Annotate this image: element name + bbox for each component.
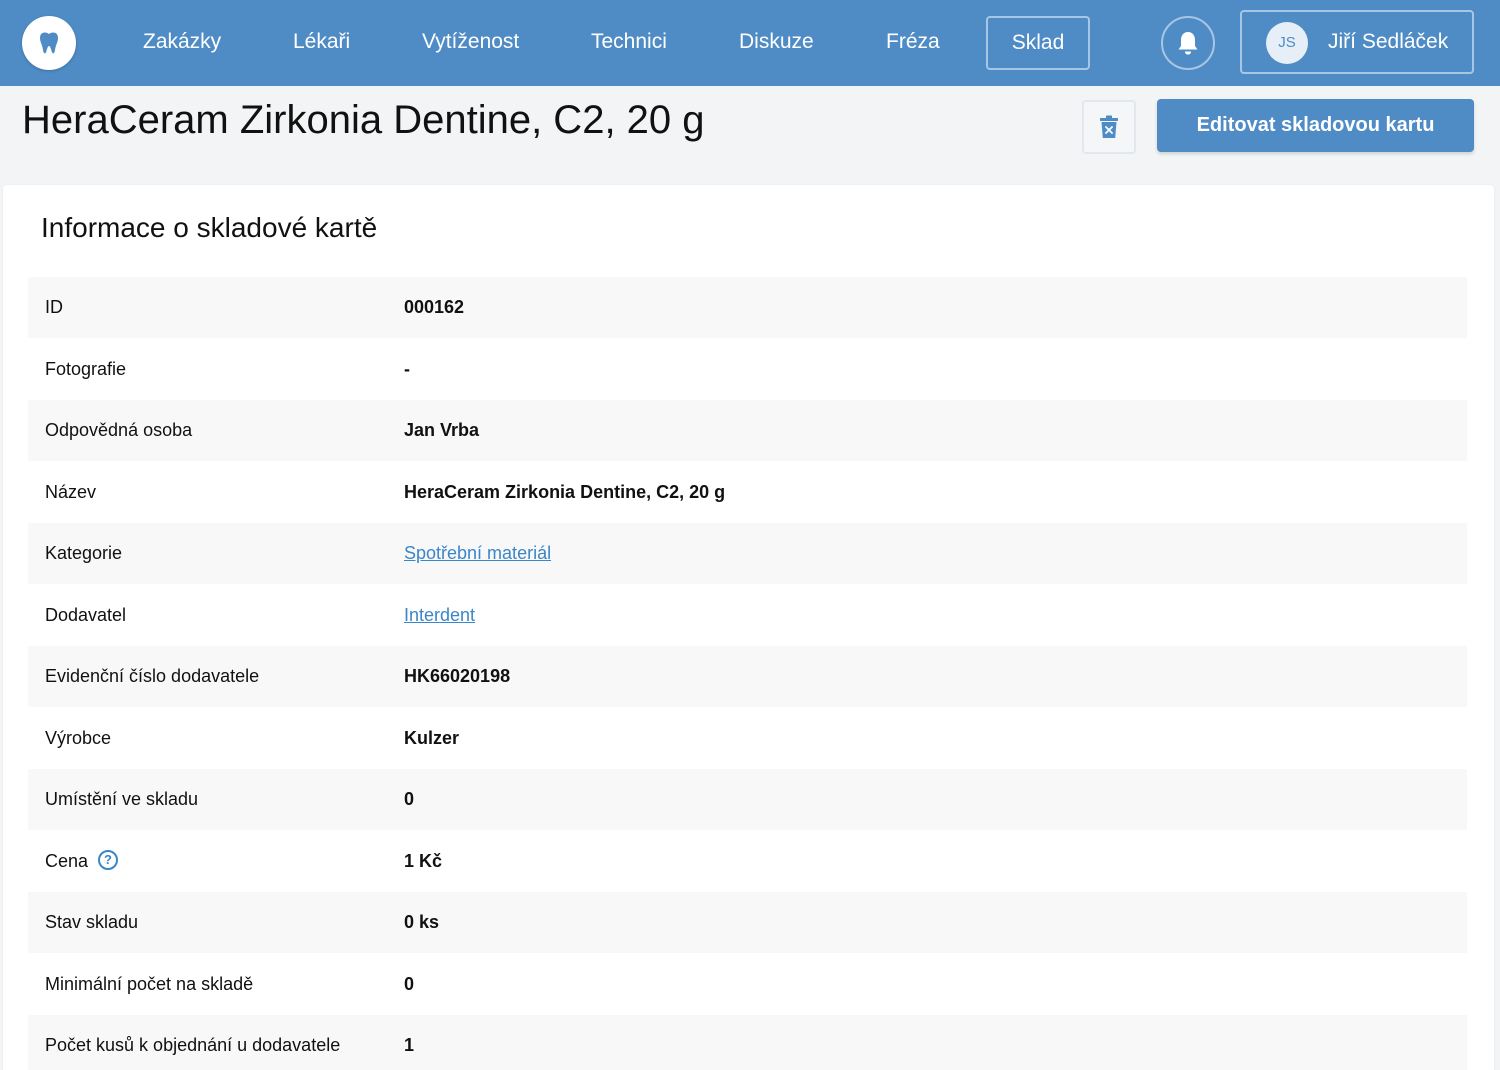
avatar: JS <box>1266 22 1308 64</box>
top-navigation-bar: Zakázky Lékaři Vytíženost Technici Disku… <box>0 0 1500 86</box>
row-label-order-quantity: Počet kusů k objednání u dodavatele <box>45 1035 341 1055</box>
row-label-location: Umístění ve skladu <box>45 789 199 809</box>
row-value-order-quantity: 1 <box>404 1035 415 1055</box>
table-row: Počet kusů k objednání u dodavatele 1 <box>28 1015 1467 1070</box>
tooth-icon <box>40 32 58 54</box>
table-row: Fotografie - <box>28 338 1467 400</box>
row-value-stock: 0 ks <box>404 912 440 932</box>
row-value-responsible-person: Jan Vrba <box>404 420 480 440</box>
page-title: HeraCeram Zirkonia Dentine, C2, 20 g <box>22 98 705 142</box>
info-table: ID 000162 Fotografie - Odpovědná osoba J… <box>28 277 1467 1070</box>
notifications-button[interactable] <box>1161 16 1215 70</box>
row-label-stock: Stav skladu <box>45 912 139 932</box>
nav-technici[interactable]: Technici <box>591 0 667 86</box>
category-link[interactable]: Spotřební materiál <box>404 523 551 583</box>
row-label-supplier-number: Evidenční číslo dodavatele <box>45 666 260 686</box>
stock-card-info-panel: Informace o skladové kartě ID 000162 Fot… <box>3 185 1494 1070</box>
table-row: ID 000162 <box>28 277 1467 339</box>
row-label-supplier: Dodavatel <box>45 604 127 625</box>
table-row: Evidenční číslo dodavatele HK66020198 <box>28 646 1467 708</box>
row-value-price: 1 Kč <box>404 850 443 871</box>
row-label-photo: Fotografie <box>45 358 127 379</box>
table-row: Umístění ve skladu 0 <box>28 769 1467 831</box>
row-value-min-stock: 0 <box>404 973 415 994</box>
home-logo[interactable] <box>22 16 76 70</box>
nav-vytizenost[interactable]: Vytíženost <box>422 0 519 86</box>
row-label-min-stock: Minimální počet na skladě <box>45 973 254 994</box>
table-row: Odpovědná osoba Jan Vrba <box>28 400 1467 462</box>
row-value-id: 000162 <box>404 297 465 317</box>
table-row: Kategorie Spotřební materiál <box>28 523 1467 585</box>
user-menu-button[interactable]: JS Jiří Sedláček <box>1240 10 1474 74</box>
nav-sklad[interactable]: Sklad <box>986 16 1090 70</box>
row-value-name: HeraCeram Zirkonia Dentine, C2, 20 g <box>404 481 726 502</box>
nav-zakazky[interactable]: Zakázky <box>143 0 221 86</box>
table-row: Cena? 1 Kč <box>28 830 1467 892</box>
price-label-text: Cena <box>45 850 89 871</box>
table-row: Minimální počet na skladě 0 <box>28 953 1467 1015</box>
table-row: Stav skladu 0 ks <box>28 892 1467 954</box>
row-value-photo: - <box>404 358 410 379</box>
row-label-responsible-person: Odpovědná osoba <box>45 420 193 440</box>
nav-diskuze[interactable]: Diskuze <box>739 0 814 86</box>
card-title: Informace o skladové kartě <box>41 212 378 243</box>
user-name: Jiří Sedláček <box>1328 30 1449 53</box>
row-label-price: Cena? <box>45 831 119 891</box>
row-value-manufacturer: Kulzer <box>404 727 460 748</box>
row-value-supplier-number: HK66020198 <box>404 666 511 686</box>
nav-lekari[interactable]: Lékaři <box>293 0 350 86</box>
table-row: Název HeraCeram Zirkonia Dentine, C2, 20… <box>28 461 1467 523</box>
row-value-location: 0 <box>404 789 415 809</box>
table-row: Dodavatel Interdent <box>28 584 1467 646</box>
row-label-id: ID <box>45 297 63 317</box>
supplier-link[interactable]: Interdent <box>404 585 475 645</box>
row-label-manufacturer: Výrobce <box>45 727 112 748</box>
row-label-name: Název <box>45 481 97 502</box>
row-label-category: Kategorie <box>45 543 123 563</box>
trash-icon <box>1100 115 1118 138</box>
help-icon[interactable]: ? <box>98 849 119 870</box>
edit-stock-card-button[interactable]: Editovat skladovou kartu <box>1157 99 1474 152</box>
table-row: Výrobce Kulzer <box>28 707 1467 769</box>
delete-button[interactable] <box>1082 100 1136 154</box>
nav-freza[interactable]: Fréza <box>886 0 940 86</box>
bell-icon <box>1178 32 1198 55</box>
